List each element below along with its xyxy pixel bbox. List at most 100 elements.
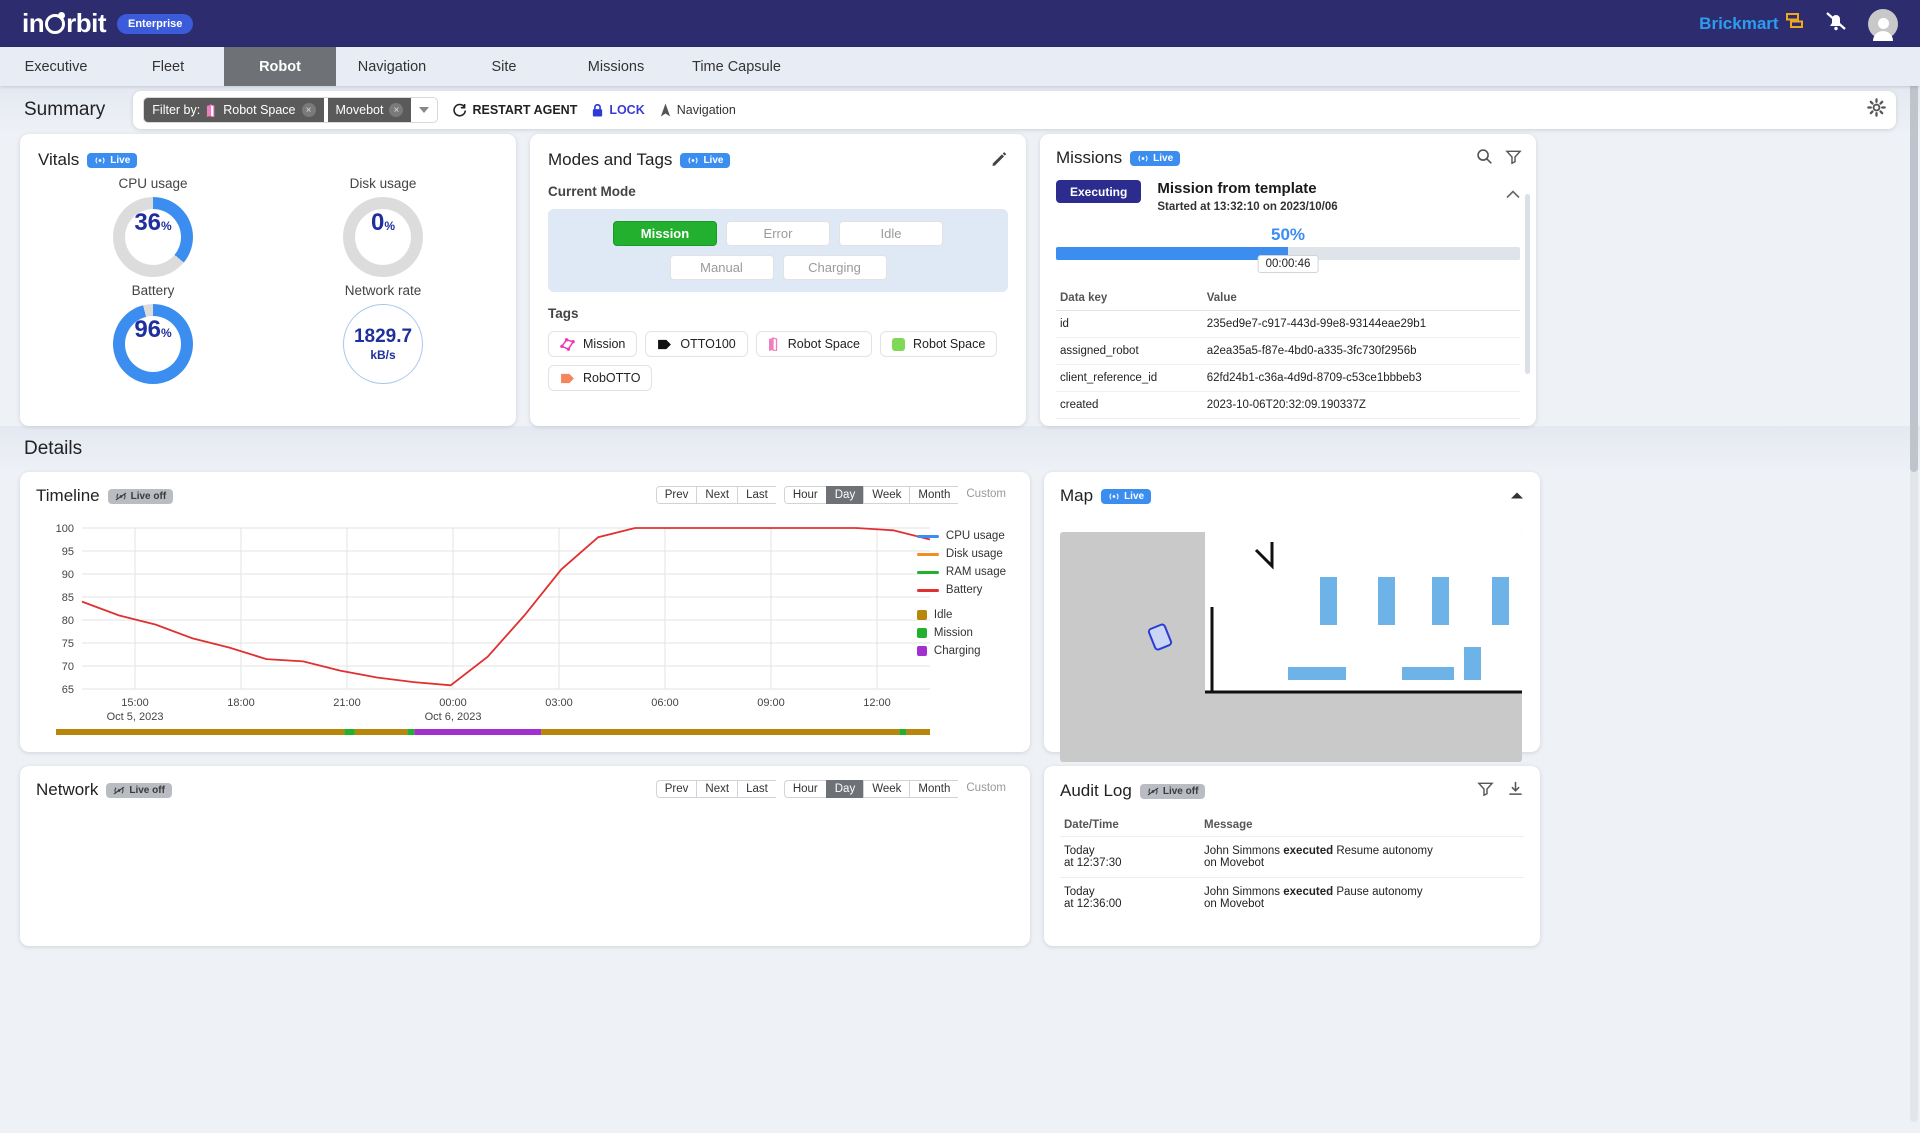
range-day[interactable]: Day xyxy=(825,486,864,504)
next-button[interactable]: Next xyxy=(696,486,738,504)
col-message: Message xyxy=(1204,819,1253,831)
gauge-unit: % xyxy=(161,326,172,340)
table-row: id 235ed9e7-c917-443d-99e8-93144eae29b1 xyxy=(1056,310,1520,338)
mode-button-mission[interactable]: Mission xyxy=(613,221,717,246)
details-panels-top: Timeline Live off Prev Next Last Hour Da… xyxy=(0,472,1920,762)
tag-mission[interactable]: Mission xyxy=(548,331,638,357)
range-week[interactable]: Week xyxy=(863,486,910,504)
range-custom[interactable]: Custom xyxy=(958,780,1014,798)
remove-chip-icon[interactable]: × xyxy=(301,103,316,117)
range-custom[interactable]: Custom xyxy=(958,486,1014,504)
audit-actor: John Simmons xyxy=(1204,845,1281,857)
range-week[interactable]: Week xyxy=(863,780,910,798)
battery-ring: 96 % xyxy=(113,304,193,384)
pencil-icon[interactable] xyxy=(991,150,1008,172)
filter-chip-robot-space[interactable]: Filter by: Robot Space × xyxy=(144,98,324,122)
legend-label: Charging xyxy=(933,645,981,657)
missions-scrollbar[interactable] xyxy=(1525,194,1530,374)
range-hour[interactable]: Hour xyxy=(783,486,826,504)
last-button[interactable]: Last xyxy=(737,486,776,504)
remove-chip-icon[interactable]: × xyxy=(389,103,404,117)
audit-date: Today xyxy=(1064,845,1095,857)
inorbit-logo[interactable]: in rbit Enterprise xyxy=(22,8,194,39)
range-month[interactable]: Month xyxy=(909,780,959,798)
navigation-button[interactable]: Navigation xyxy=(659,102,736,118)
gauge-label: CPU usage xyxy=(118,176,188,191)
details-header: Details xyxy=(0,426,1920,472)
audit-title: Audit Log xyxy=(1060,781,1132,800)
tag-label: Robot Space xyxy=(913,337,986,351)
tab-robot[interactable]: Robot xyxy=(224,47,336,86)
live-label: Live off xyxy=(130,490,167,502)
tab-missions[interactable]: Missions xyxy=(560,47,672,86)
tags-label: Tags xyxy=(548,306,579,321)
gauge-value: 36 xyxy=(134,209,162,236)
page-scrollbar[interactable] xyxy=(1910,52,1918,1122)
audit-tools xyxy=(1477,780,1524,802)
cpu-ring-center: 36 % xyxy=(125,209,181,265)
next-button[interactable]: Next xyxy=(696,780,738,798)
range-day[interactable]: Day xyxy=(825,780,864,798)
tab-site[interactable]: Site xyxy=(448,47,560,86)
mode-button-idle[interactable]: Idle xyxy=(839,221,943,246)
app-header: in rbit Enterprise Brickmart xyxy=(0,0,1920,47)
tag-robotto[interactable]: RobOTTO xyxy=(548,365,653,391)
range-month[interactable]: Month xyxy=(909,486,959,504)
tab-time-capsule[interactable]: Time Capsule xyxy=(672,47,801,86)
summary-panels: Vitals Live CPU usage 36 % Disk usage 0 … xyxy=(0,134,1920,426)
mission-info: Mission from template Started at 13:32:1… xyxy=(1157,180,1337,213)
lock-button[interactable]: LOCK xyxy=(591,103,645,118)
tab-executive[interactable]: Executive xyxy=(0,47,112,86)
tag-label: OTTO100 xyxy=(680,337,736,351)
summary-toolbar: Filter by: Robot Space × Movebot × RESTA… xyxy=(133,91,1896,129)
filter-chip-movebot[interactable]: Movebot × xyxy=(327,98,412,122)
prev-button[interactable]: Prev xyxy=(655,780,697,798)
mode-button-manual[interactable]: Manual xyxy=(669,255,774,280)
page-scrollbar-thumb[interactable] xyxy=(1910,52,1918,472)
mode-button-charging[interactable]: Charging xyxy=(782,255,887,280)
timeline-svg: 65 70 75 80 85 90 95 100 15:00 18:00 21:00 00:00 03:… xyxy=(56,523,931,741)
live-off-badge: Live off xyxy=(1139,783,1206,799)
legend-item: Charging xyxy=(916,645,1006,657)
prev-button[interactable]: Prev xyxy=(655,486,697,504)
cell-value: 235ed9e7-c917-443d-99e8-93144eae29b1 xyxy=(1202,310,1520,338)
map-canvas[interactable] xyxy=(1060,532,1522,762)
tag-robot-space-green[interactable]: Robot Space xyxy=(880,331,998,357)
last-button[interactable]: Last xyxy=(737,780,776,798)
filter-dropdown-toggle[interactable] xyxy=(411,107,437,113)
tag-otto100[interactable]: OTTO100 xyxy=(645,331,748,357)
legend-label: Battery xyxy=(945,584,983,596)
svg-text:18:00: 18:00 xyxy=(227,697,255,709)
mute-bell-icon[interactable] xyxy=(1824,10,1848,37)
mode-button-error[interactable]: Error xyxy=(726,221,830,246)
gauge-battery: Battery 96 % xyxy=(38,283,268,384)
cell-key: client_reference_id xyxy=(1056,364,1203,392)
filter-group[interactable]: Filter by: Robot Space × Movebot × xyxy=(143,97,439,123)
chevron-up-icon[interactable] xyxy=(1506,186,1520,204)
modes-header: Modes and Tags Live xyxy=(548,150,1008,170)
svg-text:06:00: 06:00 xyxy=(651,697,679,709)
cell-value: 62fd24b1-c36a-4d9d-8709-c53ce1bbbeb3 xyxy=(1202,364,1520,392)
tag-robot-space-map[interactable]: Robot Space xyxy=(755,331,873,357)
legend-label: Disk usage xyxy=(945,548,1003,560)
restart-agent-button[interactable]: RESTART AGENT xyxy=(452,103,577,118)
filter-icon[interactable] xyxy=(1505,148,1522,170)
legend-swatch xyxy=(916,628,927,638)
download-icon[interactable] xyxy=(1507,780,1524,802)
gear-icon[interactable] xyxy=(1867,98,1886,122)
progress-fill xyxy=(1056,247,1288,260)
gauge-network-rate: Network rate 1829.7 kB/s xyxy=(268,283,498,384)
tab-navigation[interactable]: Navigation xyxy=(336,47,448,86)
missions-header: Missions Live xyxy=(1056,148,1520,168)
avatar[interactable] xyxy=(1868,8,1898,41)
audit-time: at 12:36:00 xyxy=(1064,898,1122,910)
tab-fleet[interactable]: Fleet xyxy=(112,47,224,86)
table-header-row: Date/Time Message xyxy=(1060,814,1524,837)
chevron-up-icon[interactable] xyxy=(1510,487,1524,505)
filter-icon[interactable] xyxy=(1477,780,1494,802)
search-icon[interactable] xyxy=(1476,148,1493,170)
avatar-person-icon xyxy=(1873,18,1893,41)
legend-item: Battery xyxy=(916,584,1006,596)
range-hour[interactable]: Hour xyxy=(783,780,826,798)
square-icon xyxy=(892,337,906,351)
